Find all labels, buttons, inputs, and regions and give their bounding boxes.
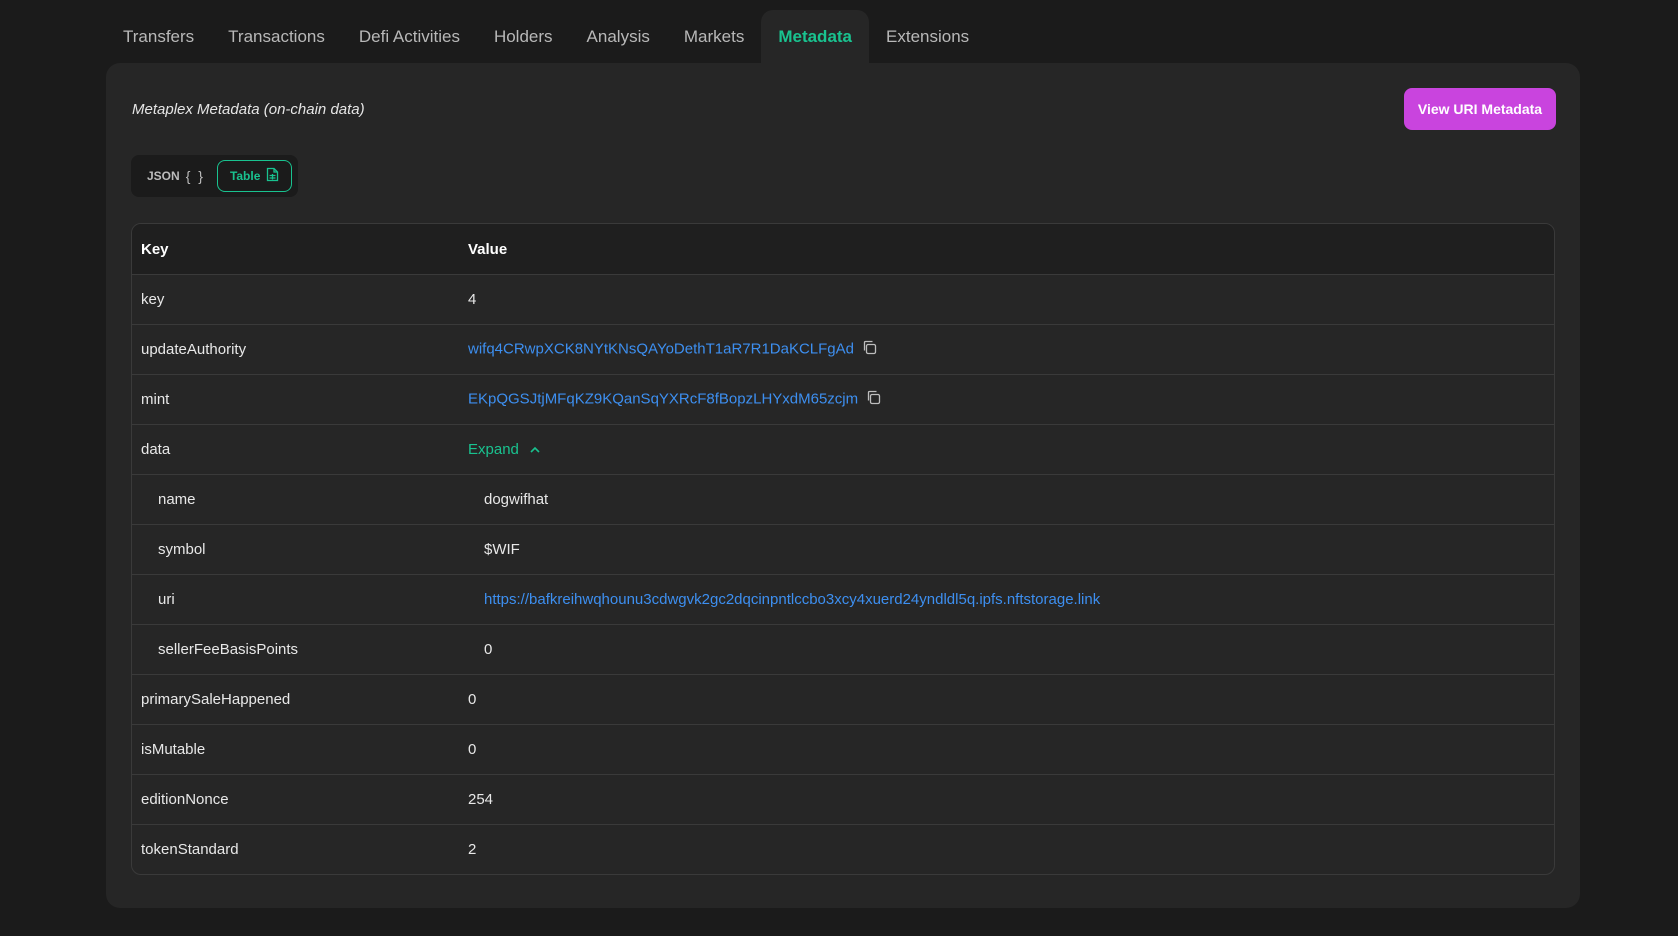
table-row: key 4 [132,274,1554,324]
uri-link[interactable]: https://bafkreihwqhounu3cdwgvk2gc2dqcinp… [484,591,1100,608]
row-key: symbol [158,541,206,558]
row-value: 2 [468,841,477,858]
row-value: Expand [468,441,1554,459]
table-row: primarySaleHappened 0 [132,674,1554,724]
table-row: updateAuthority wifq4CRwpXCK8NYtKNsQAYoD… [132,324,1554,374]
copy-icon[interactable] [866,390,881,409]
row-value: 254 [468,791,494,808]
table-header-row: Key Value [132,224,1554,274]
row-key: tokenStandard [141,841,239,858]
metadata-panel: Metaplex Metadata (on-chain data) View U… [106,63,1580,908]
row-key: sellerFeeBasisPoints [158,641,299,658]
copy-icon[interactable] [862,340,877,359]
table-toggle-button[interactable]: Table [216,160,293,192]
row-key: data [141,441,171,458]
row-key: updateAuthority [141,341,247,358]
document-icon [266,167,279,185]
table-row: sellerFeeBasisPoints 0 [132,624,1554,674]
tab-holders[interactable]: Holders [477,10,570,63]
row-key: name [158,491,196,508]
row-value: EKpQGSJtjMFqKZ9KQanSqYXRcF8fBopzLHYxdM65… [468,390,1554,409]
row-key: uri [158,591,175,608]
table-toggle-label: Table [229,169,261,183]
expand-toggle[interactable]: Expand [468,441,519,458]
tab-defi-activities[interactable]: Defi Activities [342,10,477,63]
table-row: isMutable 0 [132,724,1554,774]
metadata-table: Key Value key 4 updateAuthority wifq4CRw… [131,223,1555,875]
row-value: 0 [468,741,477,758]
table-row: symbol $WIF [132,524,1554,574]
json-toggle-label: JSON [147,169,180,183]
row-value: 0 [484,641,493,658]
tab-markets[interactable]: Markets [667,10,761,63]
row-key: editionNonce [141,791,229,808]
update-authority-link[interactable]: wifq4CRwpXCK8NYtKNsQAYoDethT1aR7R1DaKCLF… [468,340,854,357]
tab-bar: Transfers Transactions Defi Activities H… [106,10,986,63]
table-row: mint EKpQGSJtjMFqKZ9KQanSqYXRcF8fBopzLHY… [132,374,1554,424]
value-column-header: Value [468,240,508,258]
row-key: mint [141,391,170,408]
table-row: tokenStandard 2 [132,824,1554,874]
row-value: $WIF [484,541,520,558]
row-value: 0 [468,691,477,708]
row-value: 4 [468,291,477,308]
row-value: wifq4CRwpXCK8NYtKNsQAYoDethT1aR7R1DaKCLF… [468,340,1554,359]
row-key: key [141,291,165,308]
key-column-header: Key [141,240,169,258]
table-row: editionNonce 254 [132,774,1554,824]
table-row: data Expand [132,424,1554,474]
row-key: primarySaleHappened [141,691,291,708]
view-uri-metadata-button[interactable]: View URI Metadata [1404,88,1556,130]
view-toggle: JSON { } Table [131,155,298,197]
json-toggle-button[interactable]: JSON { } [135,168,217,184]
mint-link[interactable]: EKpQGSJtjMFqKZ9KQanSqYXRcF8fBopzLHYxdM65… [468,390,858,407]
tab-extensions[interactable]: Extensions [869,10,986,63]
braces-icon: { } [185,168,205,184]
row-value: https://bafkreihwqhounu3cdwgvk2gc2dqcinp… [468,591,1554,608]
row-key: isMutable [141,741,206,758]
chevron-up-icon[interactable] [529,441,541,458]
table-row: name dogwifhat [132,474,1554,524]
tab-metadata[interactable]: Metadata [761,10,870,63]
row-value: dogwifhat [484,491,549,508]
tab-transactions[interactable]: Transactions [211,10,342,63]
tab-analysis[interactable]: Analysis [570,10,667,63]
table-row: uri https://bafkreihwqhounu3cdwgvk2gc2dq… [132,574,1554,624]
tab-transfers[interactable]: Transfers [106,10,211,63]
panel-title: Metaplex Metadata (on-chain data) [132,101,365,118]
